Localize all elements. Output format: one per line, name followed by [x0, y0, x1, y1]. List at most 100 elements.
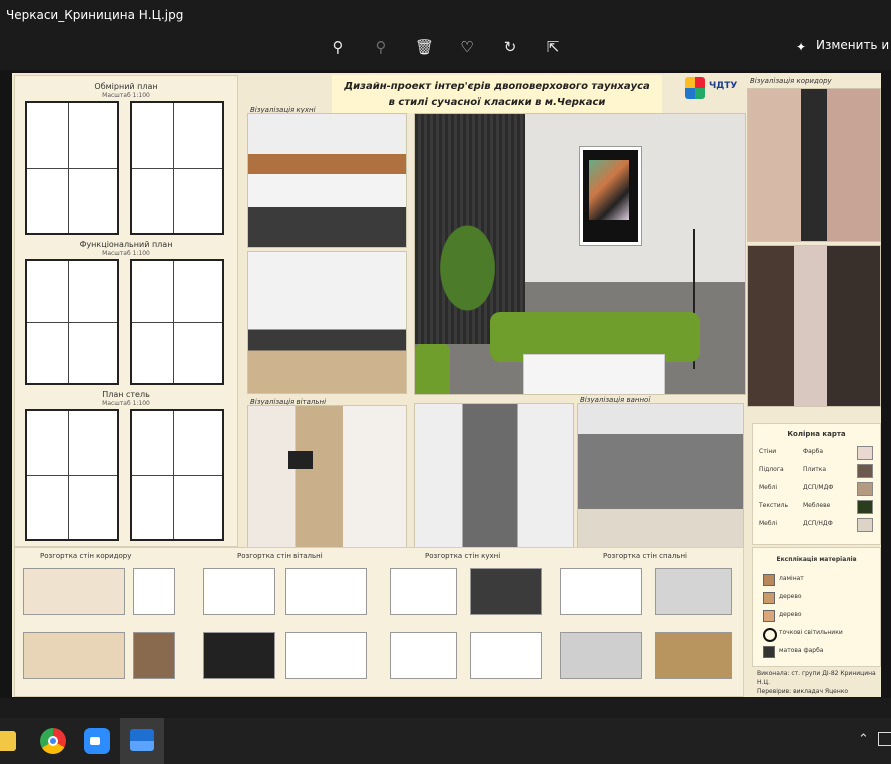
development-label: Розгортка стін кухні: [425, 552, 501, 560]
color-swatch: [857, 500, 873, 514]
cc-surface: Текстиль: [759, 502, 789, 509]
materials-legend: Експлікація матеріалів ламінат дерево де…: [752, 547, 881, 667]
legend-swatch: [763, 610, 775, 622]
cc-material: Плитка: [803, 466, 827, 473]
development-label: Розгортка стін коридору: [40, 552, 132, 560]
development-drawing: [133, 568, 175, 615]
color-swatch: [857, 482, 873, 496]
plan-title-2: Функціональний план: [79, 240, 173, 249]
legend-swatch: [763, 646, 775, 658]
staircase-render: [747, 245, 881, 407]
color-card-row: Меблі ДСП/МДФ: [759, 480, 875, 496]
corridor-render: [747, 88, 881, 242]
taskbar: ⌃: [0, 718, 891, 764]
crop-icon[interactable]: ⇱: [544, 38, 562, 56]
wall-developments-panel: Розгортка стін коридору Розгортка стін в…: [14, 547, 744, 697]
development-drawing: [560, 568, 642, 615]
legend-label: матова фарба: [779, 647, 824, 654]
development-label: Розгортка стін спальні: [603, 552, 687, 560]
development-drawing: [133, 632, 175, 679]
cc-surface: Підлога: [759, 466, 784, 473]
development-drawing: [655, 568, 732, 615]
caption-corridor: Візуалізація коридору: [750, 77, 832, 85]
cc-surface: Стіни: [759, 448, 777, 455]
cc-surface: Меблі: [759, 520, 778, 527]
kitchen-render-2: [247, 251, 407, 394]
kitchen-render: [247, 113, 407, 248]
tv: [288, 451, 313, 469]
dining-render: [247, 405, 407, 555]
color-card-row: Підлога Плитка: [759, 462, 875, 478]
delete-icon[interactable]: 🗑: [415, 38, 434, 56]
zoom-in-icon[interactable]: ⚲: [329, 38, 347, 56]
development-label: Розгортка стін вітальні: [237, 552, 323, 560]
legend-item: дерево: [763, 608, 873, 622]
legend-item: ламінат: [763, 572, 873, 586]
color-card-row: Текстиль Меблеве: [759, 498, 875, 514]
floor-plan-drawing: [130, 259, 224, 385]
legend-item: матова фарба: [763, 644, 873, 658]
development-drawing: [390, 568, 457, 615]
poster-image: Обмірний план Масштаб 1:100 Функціональн…: [12, 73, 881, 697]
spotlight-icon: [763, 628, 777, 642]
photos-app-icon[interactable]: [120, 718, 164, 764]
development-drawing: [470, 632, 542, 679]
development-drawing: [390, 632, 457, 679]
credits-line-2: Перевірив: викладач Яценко Денисенко Н.Ю…: [757, 688, 849, 695]
university-logos: ЧДТУ: [685, 77, 741, 101]
floor-plan-drawing: [25, 101, 119, 235]
development-drawing: [560, 632, 642, 679]
green-armchair: [415, 344, 450, 394]
credits-line-1: Виконала: ст. групи ДІ-82 Криницина Н.Ц.: [757, 670, 876, 686]
color-swatch: [857, 518, 873, 532]
plan-title-1: Обмірний план: [94, 82, 158, 91]
color-card-row: Меблі ДСП/НДФ: [759, 516, 875, 532]
rotate-icon[interactable]: ↻: [501, 38, 519, 56]
edit-icon: ✦: [796, 40, 807, 54]
development-drawing: [655, 632, 732, 679]
file-explorer-icon[interactable]: [0, 731, 16, 751]
color-swatch: [857, 464, 873, 478]
edit-button[interactable]: ✦ Изменить и со: [796, 38, 891, 54]
dining-hall-render: [414, 403, 574, 555]
legend-swatch: [763, 592, 775, 604]
bedroom-render: [577, 403, 744, 555]
floor-plan-drawing: [130, 409, 224, 541]
logo-text: ЧДТУ: [709, 81, 738, 91]
cc-material: Фарба: [803, 448, 824, 455]
color-swatch: [857, 446, 873, 460]
wall-art: [580, 147, 641, 245]
chrome-icon[interactable]: [40, 728, 66, 754]
favorite-icon[interactable]: ♡: [458, 38, 476, 56]
tray-icon[interactable]: [878, 732, 891, 746]
legend-label: дерево: [779, 593, 802, 600]
development-drawing: [23, 568, 125, 615]
zoom-out-icon[interactable]: ⚲: [372, 38, 390, 56]
development-drawing: [23, 632, 125, 679]
zoom-app-icon[interactable]: [84, 728, 110, 754]
cc-material: ДСП/НДФ: [803, 520, 833, 527]
cc-material: ДСП/МДФ: [803, 484, 834, 491]
legend-item: дерево: [763, 590, 873, 604]
color-card-row: Стіни Фарба: [759, 444, 875, 460]
floor-plans-panel: Обмірний план Масштаб 1:100 Функціональн…: [14, 75, 238, 547]
chevron-up-icon[interactable]: ⌃: [858, 732, 869, 747]
development-drawing: [285, 632, 367, 679]
development-drawing: [285, 568, 367, 615]
legend-item: точкові світильники: [763, 626, 873, 642]
viewer-toolbar: ⚲ ⚲ 🗑 ♡ ↻ ⇱ ✦ Изменить и со: [0, 30, 891, 66]
header-line-1: Дизайн-проект інтер'єрів двоповерхового …: [344, 81, 650, 92]
development-drawing: [203, 632, 275, 679]
legend-label: точкові світильники: [779, 629, 843, 636]
edit-label: Изменить и со: [816, 38, 891, 52]
legend-label: ламінат: [779, 575, 804, 582]
legend-swatch: [763, 574, 775, 586]
living-room-render: [414, 113, 746, 395]
image-canvas[interactable]: Обмірний план Масштаб 1:100 Функціональн…: [0, 70, 891, 698]
title-bar: Черкаси_Криницина Н.Ц.jpg: [0, 0, 891, 30]
legend-label: дерево: [779, 611, 802, 618]
floor-plan-drawing: [130, 101, 224, 235]
window-title: Черкаси_Криницина Н.Ц.jpg: [6, 8, 184, 22]
legend-title: Експлікація матеріалів: [776, 556, 857, 563]
development-drawing: [203, 568, 275, 615]
